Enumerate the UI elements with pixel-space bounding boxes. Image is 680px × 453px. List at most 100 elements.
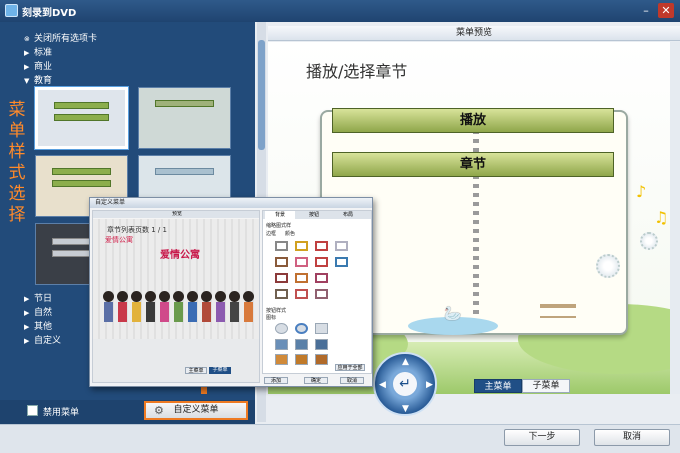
preview-title: 播放/选择章节: [306, 62, 408, 81]
chapter-list-text: 章节列表页数 1 / 1: [107, 226, 167, 234]
button-section-title: 按钮样式: [266, 308, 287, 314]
dialog-sub-menu-button[interactable]: 子菜单: [209, 367, 231, 374]
frame-swatch[interactable]: [295, 241, 308, 251]
dandelion-decoration: [596, 254, 620, 278]
dialog-title: 自定义菜单: [90, 198, 372, 208]
custom-menu-button[interactable]: ⚙ 自定义菜单: [144, 401, 248, 420]
template-thumb-2[interactable]: [138, 87, 231, 149]
arrow-right-icon[interactable]: ▶: [426, 380, 433, 390]
frame-swatch[interactable]: [335, 241, 348, 251]
frame-swatch[interactable]: [295, 273, 308, 283]
thumb-bar: [155, 100, 214, 107]
triangle-right-icon: ▶: [24, 49, 30, 57]
cartoon-character: [243, 291, 254, 329]
next-button[interactable]: 下一步: [504, 429, 580, 446]
close-window-button[interactable]: ✕: [658, 3, 674, 18]
cartoon-character: [131, 291, 142, 329]
cancel-button[interactable]: 取消: [594, 429, 670, 446]
tab-background[interactable]: 背景: [265, 211, 295, 219]
tab-buttons[interactable]: 按钮: [299, 211, 329, 219]
button-style-swatch[interactable]: [275, 339, 288, 350]
category-label: 自然: [34, 308, 53, 318]
dialog-add-button[interactable]: 添加: [264, 377, 288, 384]
cartoon-character: [173, 291, 184, 329]
dialog-preview-controls: 主菜单 子菜单: [93, 339, 259, 382]
category-holiday[interactable]: ▶ 节日: [24, 291, 52, 304]
category-nature[interactable]: ▶ 自然: [24, 305, 52, 318]
cartoon-character: [145, 291, 156, 329]
custom-menu-dialog: 自定义菜单 预览 章节列表页数 1 / 1 爱情公寓 爱情公寓 主菜单 子菜单 …: [89, 197, 373, 387]
title-bar: 刻录到DVD – ✕: [0, 0, 680, 22]
button-style-swatch[interactable]: [275, 323, 288, 334]
dialog-preview-tab[interactable]: 预览: [93, 211, 259, 218]
dialog-ok-button[interactable]: 确定: [304, 377, 328, 384]
enter-icon[interactable]: ↵: [393, 372, 417, 396]
frame-swatch[interactable]: [295, 289, 308, 299]
thumb-bar: [52, 180, 111, 187]
template-thumb-1[interactable]: [34, 86, 129, 150]
category-custom[interactable]: ▶ 自定义: [24, 333, 61, 346]
frame-swatch[interactable]: [315, 273, 328, 283]
cartoon-character: [201, 291, 212, 329]
frame-swatch[interactable]: [295, 257, 308, 267]
category-label: 标准: [34, 48, 53, 58]
frame-swatch[interactable]: [275, 257, 288, 267]
arrow-up-icon[interactable]: ▲: [402, 357, 409, 367]
arrow-down-icon[interactable]: ▼: [402, 404, 409, 414]
category-standard[interactable]: ▶ 标准: [24, 45, 52, 58]
frame-swatch[interactable]: [275, 289, 288, 299]
apply-all-button[interactable]: 应用于全部: [335, 364, 365, 371]
frame-swatch[interactable]: [275, 273, 288, 283]
preview-scrollbar[interactable]: [670, 42, 680, 394]
gear-icon: ⚙: [154, 404, 164, 417]
minimize-button[interactable]: –: [638, 3, 654, 18]
thumb-bar: [155, 168, 214, 175]
button-style-swatch[interactable]: [295, 339, 308, 350]
button-style-swatch[interactable]: [315, 354, 328, 365]
app-icon: [5, 4, 18, 17]
frame-swatch[interactable]: [315, 257, 328, 267]
triangle-right-icon: ▶: [24, 309, 30, 317]
frame-swatch[interactable]: [335, 257, 348, 267]
category-label: 自定义: [34, 336, 62, 346]
frame-swatch[interactable]: [275, 241, 288, 251]
dialog-main-menu-button[interactable]: 主菜单: [185, 367, 207, 374]
triangle-right-icon: ▶: [24, 295, 30, 303]
dialog-scene: 章节列表页数 1 / 1 爱情公寓 爱情公寓: [93, 219, 259, 339]
frame-swatch[interactable]: [315, 289, 328, 299]
category-label: 节日: [34, 294, 53, 304]
tab-layout[interactable]: 布局: [333, 211, 363, 219]
button-style-swatch[interactable]: [315, 323, 328, 334]
preview-header: 菜单预览: [268, 26, 680, 41]
button-style-swatch[interactable]: [275, 354, 288, 365]
menu-style-vertical-label: 菜单样式选择: [8, 100, 26, 225]
frame-swatch[interactable]: [315, 241, 328, 251]
dandelion-decoration: [640, 232, 658, 250]
frame-section-title: 缩略图式样: [266, 223, 292, 229]
category-business[interactable]: ▶ 商业: [24, 59, 52, 72]
dialog-preview-pane: 预览 章节列表页数 1 / 1 爱情公寓 爱情公寓 主菜单 子菜单: [92, 210, 260, 383]
main-menu-toggle[interactable]: 主菜单: [474, 379, 522, 393]
dialog-settings-pane: 背景 按钮 布局 缩略图式样 边框 颜色 按钮样式 图标 应用于全部: [262, 210, 372, 374]
disable-menu-checkbox[interactable]: [27, 405, 38, 416]
cartoon-character: [229, 291, 240, 329]
button-style-swatch[interactable]: [315, 339, 328, 350]
category-label: 教育: [34, 76, 53, 86]
chapter-menu-button[interactable]: 章节: [332, 152, 614, 177]
sub-menu-toggle[interactable]: 子菜单: [522, 379, 570, 393]
frame-row-label: 边框: [266, 231, 277, 237]
book-spine: [473, 112, 479, 333]
category-education[interactable]: ▼ 教育: [24, 73, 52, 86]
button-style-swatch[interactable]: [295, 354, 308, 365]
navigation-wheel[interactable]: ▲ ▼ ◀ ▶ ↵: [373, 352, 437, 416]
scrollbar-thumb[interactable]: [258, 40, 265, 150]
bench-decoration: [540, 304, 576, 318]
close-all-tabs[interactable]: ⊗ 关闭所有选项卡: [24, 31, 97, 44]
swan-icon: 🦢: [444, 306, 462, 322]
play-menu-button[interactable]: 播放: [332, 108, 614, 133]
button-style-swatch[interactable]: [295, 323, 308, 334]
dialog-cancel-button[interactable]: 取消: [340, 377, 364, 384]
close-circle-icon: ⊗: [24, 35, 30, 43]
category-other[interactable]: ▶ 其他: [24, 319, 52, 332]
arrow-left-icon[interactable]: ◀: [379, 380, 386, 390]
